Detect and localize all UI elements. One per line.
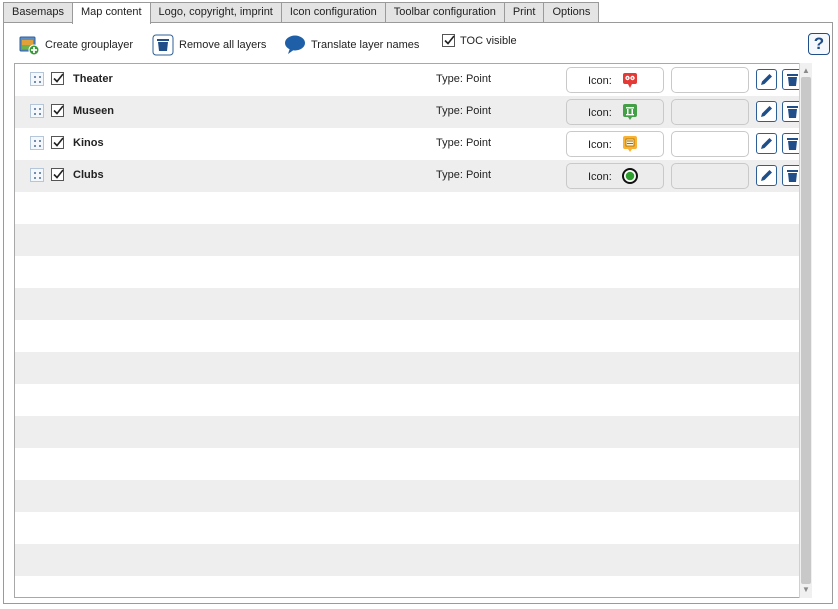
map-content-panel: Create grouplayer Remove all layers Tran… — [3, 22, 833, 604]
scroll-up-icon[interactable]: ▲ — [800, 65, 812, 77]
toolbar: Create grouplayer Remove all layers Tran… — [18, 31, 832, 59]
help-button[interactable]: ? — [808, 33, 830, 55]
tab-logo-copyright-imprint[interactable]: Logo, copyright, imprint — [149, 2, 282, 22]
layer-label-input[interactable] — [671, 99, 749, 125]
layer-row-kinos: Kinos Type: Point Icon: — [15, 128, 803, 160]
remove-all-layers-label: Remove all layers — [179, 39, 267, 51]
trash-icon — [787, 74, 798, 86]
layer-type: Type: Point — [436, 73, 492, 85]
layer-row-clubs: Clubs Type: Point Icon: — [15, 160, 803, 192]
layer-visible-checkbox[interactable] — [51, 72, 64, 85]
toc-visible-toggle[interactable]: TOC visible — [442, 34, 517, 47]
circle-target-icon — [621, 167, 639, 185]
list-scrollbar[interactable]: ▲ ▼ — [799, 63, 812, 598]
layer-row-theater: Theater Type: Point Icon: — [15, 64, 803, 96]
layer-name: Theater — [73, 73, 113, 85]
drag-handle-icon[interactable] — [30, 104, 44, 118]
remove-all-layers-button[interactable]: Remove all layers — [152, 34, 266, 56]
checkmark-icon — [53, 169, 64, 179]
icon-picker-label: Icon: — [588, 75, 612, 87]
layer-name: Clubs — [73, 169, 104, 181]
layer-rows: Theater Type: Point Icon: Museen Type: P… — [15, 64, 803, 192]
translate-layer-names-label: Translate layer names — [311, 39, 420, 51]
pencil-icon — [761, 138, 772, 149]
museum-icon — [621, 103, 639, 121]
layer-type: Type: Point — [436, 105, 492, 117]
grouplayer-add-icon — [18, 34, 40, 56]
edit-layer-button[interactable] — [756, 165, 777, 186]
layer-visible-checkbox[interactable] — [51, 104, 64, 117]
layer-visible-checkbox[interactable] — [51, 168, 64, 181]
layer-label-input[interactable] — [671, 67, 749, 93]
trash-icon — [152, 34, 174, 56]
layer-row-museen: Museen Type: Point Icon: — [15, 96, 803, 128]
pencil-icon — [761, 170, 772, 181]
drag-handle-icon[interactable] — [30, 136, 44, 150]
tab-map-content[interactable]: Map content — [71, 2, 151, 24]
speech-bubble-icon — [284, 34, 306, 56]
layer-type: Type: Point — [436, 169, 492, 181]
create-grouplayer-button[interactable]: Create grouplayer — [18, 34, 133, 56]
layer-visible-checkbox[interactable] — [51, 136, 64, 149]
edit-layer-button[interactable] — [756, 101, 777, 122]
layer-type: Type: Point — [436, 137, 492, 149]
cinema-icon — [621, 135, 639, 153]
trash-icon — [787, 170, 798, 182]
trash-icon — [787, 138, 798, 150]
tab-basemaps[interactable]: Basemaps — [3, 2, 73, 22]
tab-print[interactable]: Print — [503, 2, 545, 22]
layer-list: Theater Type: Point Icon: Museen Type: P… — [14, 63, 812, 598]
layer-name: Kinos — [73, 137, 104, 149]
trash-icon — [787, 106, 798, 118]
translate-layer-names-button[interactable]: Translate layer names — [284, 34, 419, 56]
pencil-icon — [761, 106, 772, 117]
scroll-thumb[interactable] — [801, 77, 811, 584]
checkmark-icon — [53, 105, 64, 115]
toc-visible-label: TOC visible — [460, 34, 517, 47]
tab-icon-configuration[interactable]: Icon configuration — [280, 2, 386, 22]
layer-label-input[interactable] — [671, 131, 749, 157]
theater-masks-icon — [621, 71, 639, 89]
layer-label-input[interactable] — [671, 163, 749, 189]
checkmark-icon — [444, 35, 455, 45]
icon-picker[interactable]: Icon: — [566, 131, 664, 157]
layer-name: Museen — [73, 105, 114, 117]
drag-handle-icon[interactable] — [30, 72, 44, 86]
checkmark-icon — [53, 73, 64, 83]
tab-toolbar-configuration[interactable]: Toolbar configuration — [384, 2, 505, 22]
icon-picker-label: Icon: — [588, 171, 612, 183]
icon-picker[interactable]: Icon: — [566, 99, 664, 125]
create-grouplayer-label: Create grouplayer — [45, 39, 134, 51]
tab-bar: Basemaps Map content Logo, copyright, im… — [3, 2, 600, 24]
toc-visible-checkbox[interactable] — [442, 34, 455, 47]
icon-picker[interactable]: Icon: — [566, 67, 664, 93]
checkmark-icon — [53, 137, 64, 147]
icon-picker-label: Icon: — [588, 139, 612, 151]
tab-options[interactable]: Options — [543, 2, 600, 22]
edit-layer-button[interactable] — [756, 133, 777, 154]
edit-layer-button[interactable] — [756, 69, 777, 90]
drag-handle-icon[interactable] — [30, 168, 44, 182]
scroll-down-icon[interactable]: ▼ — [800, 584, 812, 596]
icon-picker-label: Icon: — [588, 107, 612, 119]
icon-picker[interactable]: Icon: — [566, 163, 664, 189]
pencil-icon — [761, 74, 772, 85]
